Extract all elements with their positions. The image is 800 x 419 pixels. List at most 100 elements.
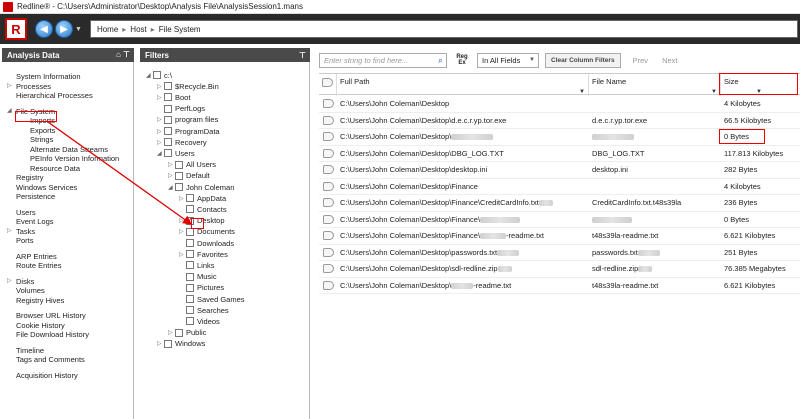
analysis-item-windows-services[interactable]: Windows Services — [16, 183, 119, 193]
table-row[interactable]: C:\Users\John Coleman\Desktop\sdl-redlin… — [319, 261, 800, 278]
table-row[interactable]: C:\Users\John Coleman\Desktop\desktop.in… — [319, 162, 800, 179]
checkbox[interactable] — [164, 104, 172, 113]
collapse-icon[interactable]: ◢ — [168, 184, 175, 191]
filter-icon[interactable]: ▼ — [711, 89, 717, 95]
tree-node-documents[interactable]: ▷ Documents — [179, 227, 235, 237]
table-row[interactable]: C:\Users\John Coleman\Desktop\DBG_LOG.TX… — [319, 146, 800, 162]
tree-node-users[interactable]: ◢ Users — [157, 148, 195, 158]
tree-node-programdata[interactable]: ▷ ProgramData — [157, 126, 220, 136]
tree-node-saved-games[interactable]: Saved Games — [179, 294, 245, 304]
table-row[interactable]: C:\Users\John Coleman\Desktop 4 Kilobytes — [319, 96, 800, 113]
analysis-item-timeline[interactable]: Timeline — [16, 346, 119, 356]
analysis-item-processes[interactable]: ▷ Processes — [7, 82, 119, 92]
forward-button[interactable]: ▶ — [55, 20, 73, 38]
checkbox[interactable] — [186, 295, 194, 303]
tree-node-c-[interactable]: ◢ c:\ — [146, 70, 172, 80]
checkbox[interactable] — [164, 115, 172, 124]
checkbox[interactable] — [175, 160, 183, 169]
tree-node-favorites[interactable]: ▷ Favorites — [179, 249, 228, 259]
column-file-name[interactable]: File Name ▼ — [589, 74, 721, 96]
analysis-item-registry[interactable]: Registry — [16, 173, 119, 183]
analysis-item-system-information[interactable]: System Information — [16, 72, 119, 82]
analysis-item-registry-hives[interactable]: Registry Hives — [16, 296, 119, 306]
tag-icon[interactable] — [323, 148, 334, 158]
checkbox[interactable] — [186, 283, 194, 292]
tag-icon[interactable] — [323, 214, 334, 224]
tag-icon[interactable] — [323, 280, 334, 290]
collapse-icon[interactable]: ◢ — [146, 72, 153, 79]
checkbox[interactable] — [186, 250, 194, 259]
expander-icon[interactable]: ▷ — [7, 82, 12, 92]
tag-column-header[interactable] — [319, 74, 337, 96]
analysis-item-strings[interactable]: Strings — [16, 135, 119, 145]
tag-icon[interactable] — [323, 231, 334, 240]
tree-node--recycle-bin[interactable]: ▷ $Recycle.Bin — [157, 81, 219, 91]
checkbox[interactable] — [186, 306, 194, 315]
analysis-item-alternate-data-streams[interactable]: Alternate Data Streams — [16, 145, 119, 155]
checkbox[interactable] — [175, 183, 183, 191]
column-full-path[interactable]: Full Path ▼ — [337, 74, 589, 96]
crumb-host[interactable]: Host — [130, 25, 146, 34]
tree-node-all-users[interactable]: ▷ All Users — [168, 160, 216, 170]
search-icon[interactable]: ⌕ — [438, 55, 443, 66]
tag-icon[interactable] — [323, 264, 334, 273]
analysis-item-exports[interactable]: Exports — [16, 126, 119, 136]
checkbox[interactable] — [186, 261, 194, 270]
table-row[interactable]: C:\Users\John Coleman\Desktop\d.e.c.r.yp… — [319, 113, 800, 129]
search-input[interactable]: Enter string to find here... ⌕ — [319, 52, 447, 68]
tag-icon[interactable] — [323, 198, 334, 207]
tree-node-default[interactable]: ▷ Default — [168, 171, 210, 181]
crumb-file-system[interactable]: File System — [159, 25, 201, 34]
analysis-item-file-download-history[interactable]: File Download History — [16, 330, 119, 340]
table-row[interactable]: C:\Users\John Coleman\Desktop\passwords.… — [319, 245, 800, 261]
expand-icon[interactable]: ▷ — [168, 329, 175, 336]
checkbox[interactable] — [186, 205, 194, 214]
tag-icon[interactable] — [323, 247, 334, 257]
analysis-item-peinfo-version-information[interactable]: PEInfo Version Information — [16, 154, 119, 164]
tag-icon[interactable] — [323, 99, 334, 108]
analysis-item-users[interactable]: Users — [16, 208, 119, 218]
analysis-item-acquisition-history[interactable]: Acquisition History — [16, 371, 119, 381]
analysis-item-ports[interactable]: Ports — [16, 236, 119, 246]
analysis-item-resource-data[interactable]: Resource Data — [16, 164, 119, 174]
clear-column-filters-button[interactable]: Clear Column Filters — [545, 52, 621, 68]
tree-node-recovery[interactable]: ▷ Recovery — [157, 137, 207, 147]
history-dropdown-icon[interactable]: ▼ — [75, 26, 82, 33]
prev-button[interactable]: Prev — [633, 56, 648, 65]
expand-icon[interactable]: ▷ — [157, 116, 164, 123]
analysis-item-browser-url-history[interactable]: Browser URL History — [16, 311, 119, 321]
expander-icon[interactable]: ◢ — [7, 107, 12, 117]
analysis-item-disks[interactable]: ▷ Disks — [7, 277, 119, 287]
checkbox[interactable] — [186, 317, 194, 326]
expand-icon[interactable]: ▷ — [157, 128, 164, 135]
checkbox[interactable] — [186, 272, 194, 281]
tag-icon[interactable] — [323, 181, 334, 191]
expand-icon[interactable]: ▷ — [157, 83, 164, 90]
analysis-item-persistence[interactable]: Persistence — [16, 192, 119, 202]
tree-node-perflogs[interactable]: PerfLogs — [157, 104, 205, 114]
tree-node-downloads[interactable]: Downloads — [179, 238, 234, 248]
expand-icon[interactable]: ▷ — [179, 217, 186, 224]
checkbox[interactable] — [175, 328, 183, 337]
checkbox[interactable] — [164, 82, 172, 91]
field-select[interactable]: In All Fields ▼ — [477, 52, 539, 68]
tree-node-windows[interactable]: ▷ Windows — [157, 339, 205, 349]
checkbox[interactable] — [164, 127, 172, 135]
pin-icon[interactable]: ⊤ — [299, 51, 306, 60]
checkbox[interactable] — [164, 138, 172, 147]
analysis-item-route-entries[interactable]: Route Entries — [16, 261, 119, 271]
regex-toggle[interactable]: Reg Ex — [453, 54, 471, 66]
table-row[interactable]: C:\Users\John Coleman\Desktop\Finance\ 0 … — [319, 212, 800, 228]
next-button[interactable]: Next — [662, 56, 677, 65]
expand-icon[interactable]: ▷ — [168, 161, 175, 168]
tree-node-public[interactable]: ▷ Public — [168, 328, 206, 338]
checkbox[interactable] — [186, 194, 194, 203]
collapse-icon[interactable]: ◢ — [157, 150, 164, 157]
analysis-item-hierarchical-processes[interactable]: Hierarchical Processes — [16, 91, 119, 101]
table-row[interactable]: C:\Users\John Coleman\Desktop\Finance 4 K… — [319, 179, 800, 195]
checkbox[interactable] — [186, 239, 194, 247]
analysis-item-tags-and-comments[interactable]: Tags and Comments — [16, 355, 119, 365]
back-button[interactable]: ◀ — [35, 20, 53, 38]
checkbox[interactable] — [175, 171, 183, 180]
table-row[interactable]: C:\Users\John Coleman\Desktop\Finance\ -r… — [319, 228, 800, 245]
